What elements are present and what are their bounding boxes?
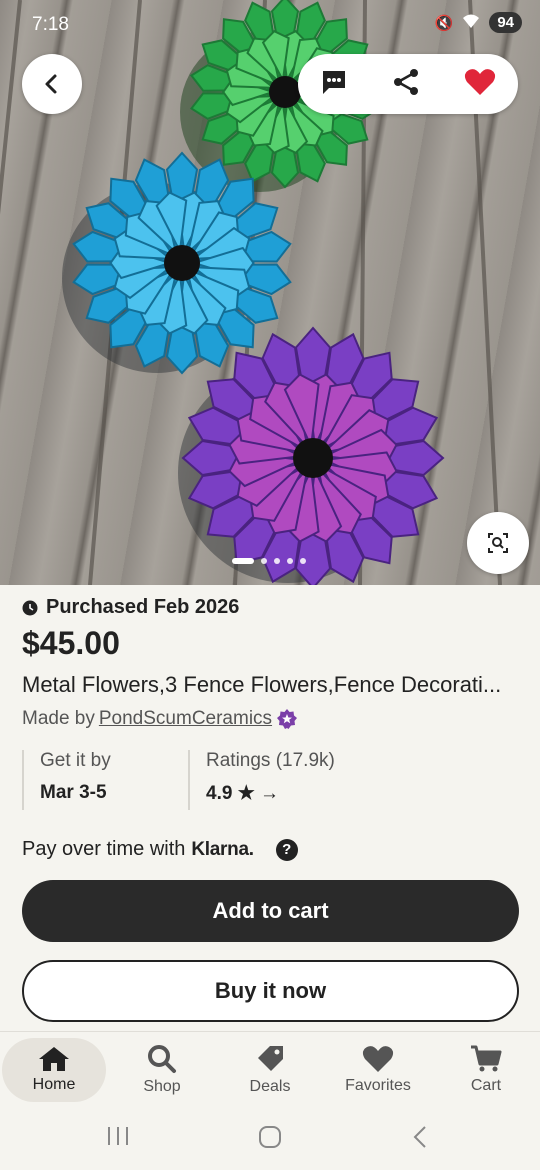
arrow-right-icon: → — [260, 783, 280, 804]
buy-now-button[interactable]: Buy it now — [22, 960, 519, 1022]
listing-title[interactable]: Metal Flowers,3 Fence Flowers,Fence Deco… — [22, 672, 520, 698]
nav-home[interactable]: Home — [2, 1037, 106, 1102]
heart-icon — [465, 68, 496, 95]
nav-deals[interactable]: Deals — [218, 1038, 322, 1102]
wifi-icon — [461, 13, 481, 33]
nav-label: Deals — [249, 1077, 291, 1095]
image-search-icon — [488, 533, 508, 553]
chevron-left-icon — [45, 74, 57, 94]
nav-label: Home — [32, 1075, 76, 1093]
back-button[interactable] — [22, 54, 82, 114]
nav-favorites[interactable]: Favorites — [326, 1038, 430, 1102]
back-chevron-icon — [413, 1126, 426, 1148]
share-button[interactable] — [391, 67, 421, 102]
message-button[interactable] — [320, 68, 348, 101]
delivery-date: Mar 3-5 — [40, 782, 107, 803]
nav-shop[interactable]: Shop — [110, 1038, 214, 1102]
clock-icon — [22, 600, 38, 615]
ratings-label: Ratings (17.9k) — [206, 750, 335, 771]
recent-apps-button[interactable] — [106, 1125, 130, 1152]
listing-details: Purchased Feb 2026 $45.00 Metal Flowers,… — [22, 596, 522, 730]
recent-apps-icon — [108, 1127, 128, 1145]
star-seller-badge-icon — [277, 709, 298, 729]
price: $45.00 — [22, 625, 120, 661]
star-icon: ★ — [237, 783, 255, 804]
nav-cart[interactable]: Cart — [434, 1038, 538, 1102]
cart-icon — [471, 1045, 502, 1071]
carousel-dot[interactable] — [261, 558, 267, 564]
heart-icon — [362, 1045, 394, 1072]
delivery-label: Get it by — [40, 750, 111, 771]
search-icon — [148, 1044, 176, 1073]
favorite-button[interactable] — [464, 68, 496, 101]
shipping-ratings-row: Get it by Mar 3-5 Ratings (17.9k) 4.9 ★ … — [22, 750, 388, 810]
nav-label: Shop — [143, 1077, 181, 1095]
purchase-history: Purchased Feb 2026 — [22, 596, 522, 619]
status-time: 7:18 — [32, 14, 69, 35]
home-icon — [39, 1046, 69, 1071]
nav-label: Favorites — [345, 1076, 411, 1094]
system-navigation — [0, 1107, 540, 1170]
visual-search-button[interactable] — [467, 512, 529, 574]
ratings-summary[interactable]: Ratings (17.9k) 4.9 ★ → — [188, 750, 388, 810]
home-circle-icon — [259, 1126, 281, 1148]
nav-label: Cart — [470, 1076, 502, 1094]
made-by: Made by PondScumCeramics — [22, 708, 522, 730]
rating-value: 4.9 — [206, 783, 233, 804]
battery-indicator: 94 — [489, 12, 522, 33]
mute-icon: 🔇 — [434, 14, 454, 32]
add-to-cart-button[interactable]: Add to cart — [22, 880, 519, 942]
tag-icon — [258, 1045, 283, 1071]
made-by-label: Made by — [22, 708, 95, 729]
klarna-logo: Klarna. — [191, 838, 254, 860]
bottom-navigation: Home Shop Deals Favorites Cart — [0, 1031, 540, 1107]
carousel-dot[interactable] — [274, 558, 280, 564]
carousel-dot[interactable] — [287, 558, 293, 564]
carousel-dot[interactable] — [232, 558, 254, 564]
shop-link[interactable]: PondScumCeramics — [99, 708, 272, 730]
help-icon[interactable]: ? — [275, 838, 298, 861]
status-bar: 7:18 🔇 94 — [0, 0, 540, 50]
home-system-button[interactable] — [258, 1125, 282, 1154]
purchased-label: Purchased Feb 2026 — [46, 596, 240, 618]
carousel-dot[interactable] — [300, 558, 306, 564]
action-bar — [298, 54, 518, 114]
message-icon — [322, 70, 345, 94]
delivery-estimate: Get it by Mar 3-5 — [22, 750, 188, 810]
klarna-text: Pay over time with — [22, 838, 186, 860]
back-system-button[interactable] — [410, 1125, 430, 1154]
klarna-financing: Pay over time with Klarna. ? — [22, 838, 298, 861]
carousel-indicator — [232, 558, 306, 564]
share-icon — [393, 68, 418, 95]
